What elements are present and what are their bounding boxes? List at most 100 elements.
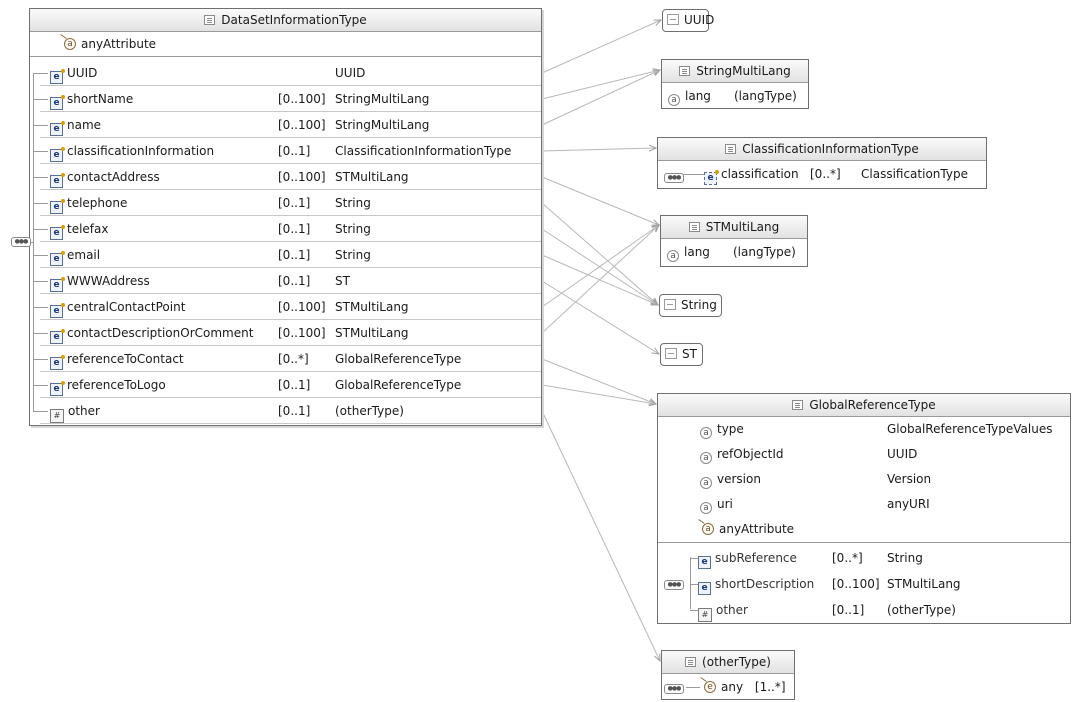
othertype-element-card: [1..*] bbox=[754, 680, 786, 694]
element-name-text: other bbox=[68, 404, 100, 418]
element-name-text: referenceToLogo bbox=[67, 378, 166, 392]
element-name-text: email bbox=[67, 248, 101, 262]
classificationinformationtype-box[interactable]: ClassificationInformationType e classific… bbox=[657, 137, 987, 189]
element-type: StringMultiLang bbox=[335, 92, 430, 106]
stmultilang-attr-name: lang bbox=[684, 245, 710, 259]
element-name-text: telephone bbox=[67, 196, 128, 210]
connector-line bbox=[541, 70, 660, 100]
element-name-text: telefax bbox=[67, 222, 109, 236]
element-row[interactable]: e contactDescriptionOrComment [0..100] STMu… bbox=[33, 321, 541, 346]
globalreference-element-row[interactable]: # other [0..1] (otherType) bbox=[658, 597, 1070, 623]
othertype-title: (otherType) bbox=[702, 655, 771, 669]
element-icon: e bbox=[50, 121, 65, 136]
sequence-branch bbox=[33, 203, 48, 204]
element-name: e classificationInformation bbox=[50, 139, 214, 164]
element-name: e referenceToContact bbox=[50, 347, 184, 372]
element-row[interactable]: e centralContactPoint [0..100] STMultiLang bbox=[33, 295, 541, 320]
element-name: e UUID bbox=[50, 61, 97, 86]
element-row[interactable]: e email [0..1] String bbox=[33, 243, 541, 268]
element-row[interactable]: e telephone [0..1] String bbox=[33, 191, 541, 216]
classification-element-name: classification bbox=[721, 167, 799, 181]
element-icon: e bbox=[50, 173, 65, 188]
element-row[interactable]: e UUID UUID bbox=[33, 61, 541, 86]
st-type-box[interactable]: ST bbox=[660, 343, 703, 366]
element-type: STMultiLang bbox=[335, 300, 409, 314]
stringmultilang-attr-row: a lang (langType) bbox=[662, 83, 808, 109]
element-type: STMultiLang bbox=[887, 577, 961, 591]
element-type: ClassificationInformationType bbox=[335, 144, 512, 158]
attribute-name: version bbox=[717, 472, 761, 486]
othertype-header: (otherType) bbox=[662, 651, 794, 674]
globalreference-element-row[interactable]: e subReference [0..*] String bbox=[658, 545, 1070, 571]
any-attribute-icon: a bbox=[60, 34, 77, 51]
stmultilang-box[interactable]: STMultiLang a lang (langType) bbox=[660, 215, 808, 267]
element-icon: e bbox=[50, 225, 65, 240]
element-name: e centralContactPoint bbox=[50, 295, 185, 320]
complex-type-icon bbox=[685, 657, 697, 667]
element-name: shortDescription bbox=[715, 577, 815, 591]
element-type: GlobalReferenceType bbox=[335, 352, 462, 366]
attribute-type: UUID bbox=[887, 447, 918, 461]
globalreference-attribute-row: a uri anyURI bbox=[658, 492, 1070, 517]
element-name-text: shortName bbox=[67, 92, 134, 106]
string-type-box[interactable]: String bbox=[659, 294, 722, 317]
element-type: String bbox=[335, 196, 371, 210]
element-name-text: classificationInformation bbox=[67, 144, 215, 158]
datasetinformationtype-box[interactable]: DataSetInformationType a anyAttribute e UU… bbox=[29, 8, 542, 426]
element-icon: e bbox=[50, 69, 65, 84]
stmultilang-header: STMultiLang bbox=[661, 216, 807, 239]
sequence-branch bbox=[33, 255, 48, 256]
element-row[interactable]: e telefax [0..1] String bbox=[33, 217, 541, 242]
any-attribute-row: a anyAttribute bbox=[30, 32, 541, 57]
element-cardinality: [0..*] bbox=[832, 551, 863, 565]
element-cardinality: [0..100] bbox=[832, 577, 880, 591]
sequence-branch bbox=[33, 307, 48, 308]
classificationinformationtype-header: ClassificationInformationType bbox=[658, 138, 986, 161]
element-icon: e bbox=[50, 277, 65, 292]
element-row[interactable]: e referenceToLogo [0..1] GlobalReferenceTyp… bbox=[33, 373, 541, 398]
element-name: e telefax bbox=[50, 217, 108, 242]
globalreference-attribute-row: a type GlobalReferenceTypeValues bbox=[658, 417, 1070, 442]
element-name-text: UUID bbox=[67, 66, 98, 80]
element-row[interactable]: # other [0..1] (otherType) bbox=[33, 399, 541, 424]
element-name: # other bbox=[50, 399, 100, 424]
element-row[interactable]: e classificationInformation [0..1] Classifi… bbox=[33, 139, 541, 164]
element-row[interactable]: e WWWAddress [0..1] ST bbox=[33, 269, 541, 294]
simple-type-icon bbox=[664, 299, 676, 310]
uuid-type-label: UUID bbox=[684, 13, 715, 27]
globalreferencetype-box[interactable]: GlobalReferenceType a type GlobalReference… bbox=[657, 393, 1071, 624]
classification-row: e classification [0..*] ClassificationTyp… bbox=[658, 161, 986, 187]
element-name-text: contactAddress bbox=[67, 170, 160, 184]
element-cardinality: [0..1] bbox=[278, 248, 311, 262]
element-row[interactable]: e shortName [0..100] StringMultiLang bbox=[33, 87, 541, 112]
attribute-name: uri bbox=[717, 497, 733, 511]
element-icon: e bbox=[50, 303, 65, 318]
element-row[interactable]: e name [0..100] StringMultiLang bbox=[33, 113, 541, 138]
stringmultilang-box[interactable]: StringMultiLang a lang (langType) bbox=[661, 59, 809, 109]
any-element-icon: e bbox=[700, 677, 717, 694]
element-cardinality: [0..100] bbox=[278, 92, 326, 106]
element-cardinality: [0..1] bbox=[278, 196, 311, 210]
globalreferencetype-header: GlobalReferenceType bbox=[658, 394, 1070, 417]
st-type-label: ST bbox=[682, 347, 697, 361]
connector-line bbox=[541, 228, 658, 305]
globalreference-sequence-icon: ●●● bbox=[664, 580, 684, 590]
sequence-branch bbox=[33, 333, 48, 334]
stringmultilang-title: StringMultiLang bbox=[696, 64, 791, 78]
stringmultilang-header: StringMultiLang bbox=[662, 60, 808, 83]
element-name: e contactAddress bbox=[50, 165, 160, 190]
attribute-icon: a bbox=[700, 427, 712, 439]
attribute-name: type bbox=[717, 422, 744, 436]
element-type: (otherType) bbox=[335, 404, 404, 418]
globalreference-element-row[interactable]: e shortDescription [0..100] STMultiLang bbox=[658, 571, 1070, 597]
sequence-branch bbox=[33, 281, 48, 282]
uuid-type-box[interactable]: UUID bbox=[662, 9, 714, 32]
element-row[interactable]: e contactAddress [0..100] STMultiLang bbox=[33, 165, 541, 190]
complex-type-icon bbox=[792, 400, 804, 410]
element-cardinality: [0..1] bbox=[278, 404, 311, 418]
element-row[interactable]: e referenceToContact [0..*] GlobalReference… bbox=[33, 347, 541, 372]
element-icon: e bbox=[50, 381, 65, 396]
element-icon: e bbox=[50, 355, 65, 370]
element-icon: e bbox=[698, 582, 711, 595]
element-cardinality: [0..1] bbox=[832, 603, 865, 617]
